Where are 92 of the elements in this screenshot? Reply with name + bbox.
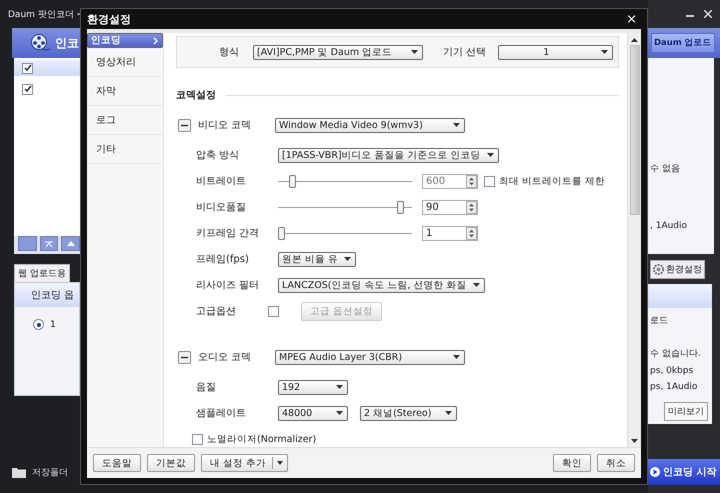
device-dropdown[interactable]: 1 [498, 44, 614, 60]
field-label: 음질 [196, 381, 217, 394]
caret-icon [472, 283, 480, 287]
sidebar-item[interactable]: 로그 [87, 106, 163, 135]
field-label: 비디오품질 [196, 201, 247, 214]
move-up-button[interactable] [61, 236, 80, 251]
spin-field[interactable]: 1 [422, 226, 478, 240]
preview-button[interactable]: 미리보기 [664, 402, 708, 421]
start-encoding-button[interactable]: 인코딩 시작 [648, 459, 720, 485]
save-folder-button[interactable]: 저장폴더 [32, 466, 68, 478]
caret-icon [601, 50, 608, 54]
collapse-button[interactable] [178, 118, 191, 132]
spinner-arrows-icon[interactable] [466, 200, 477, 214]
preset-tab[interactable]: 웹 업로드용 [14, 264, 70, 282]
app-title: Daum 팟인코더 [8, 8, 74, 20]
sidebar-item[interactable]: 기타 [87, 135, 163, 164]
checkbox[interactable] [268, 306, 279, 316]
close-icon[interactable] [704, 10, 712, 18]
spin-field[interactable]: 90 [422, 200, 478, 214]
caret-icon [453, 355, 460, 359]
detail-text: 수 없습니다. [650, 348, 702, 360]
options-header: 인코딩 옵 [15, 283, 79, 307]
move-top-icon [45, 240, 53, 246]
field-label: 오디오 코덱 [198, 351, 252, 364]
codec-dropdown[interactable]: MPEG Audio Layer 3(CBR) [275, 350, 465, 364]
dialog-title: 환경설정 [87, 12, 131, 26]
dropdown[interactable]: 2 채널(Stereo) [360, 406, 457, 420]
slider-thumb[interactable] [396, 200, 404, 214]
footer-button[interactable]: 취소 [597, 454, 635, 472]
scrollbar[interactable] [627, 33, 641, 447]
close-button[interactable]: × [626, 12, 641, 26]
radio-button[interactable] [33, 319, 44, 330]
dropdown[interactable]: 원본 비율 유 [278, 252, 356, 266]
file-info-text: , 1Audio [650, 221, 688, 231]
field-label: 형식 [219, 46, 239, 59]
caret-icon [486, 153, 494, 157]
checkbox[interactable] [22, 62, 33, 74]
sidebar-item[interactable]: 자막 [87, 77, 163, 106]
footer-button[interactable]: 도움말 [93, 454, 141, 472]
settings-button[interactable]: 환경설정 [650, 260, 705, 278]
move-top-button[interactable] [40, 236, 58, 251]
scroll-up-icon[interactable] [631, 38, 638, 42]
scroll-down-icon[interactable] [631, 439, 638, 443]
field-label: 비디오 코덱 [198, 119, 252, 132]
codec-dropdown[interactable]: Window Media Video 9(wmv3) [275, 118, 465, 132]
footer-button[interactable]: 기본값 [147, 454, 195, 472]
caret-icon [336, 385, 343, 389]
caret-icon [411, 50, 418, 54]
folder-icon [12, 466, 26, 478]
caret-icon [453, 123, 460, 127]
checkbox[interactable] [22, 84, 33, 94]
play-icon [650, 467, 660, 477]
slider-thumb[interactable] [278, 226, 285, 240]
dropdown[interactable]: 48000 [278, 406, 348, 420]
checkbox-label: 최대 비트레이트를 제한 [499, 174, 606, 188]
caret-icon [344, 257, 352, 261]
dropdown[interactable]: 192 [278, 380, 348, 394]
field-label: 프레임(fps) [196, 253, 250, 266]
chevron-icon [153, 36, 158, 44]
field-label: 키프레임 간격 [196, 227, 260, 240]
header-title: 인코 [55, 34, 79, 52]
field-label: 리사이즈 필터 [196, 279, 260, 292]
section-title: 코덱설정 [176, 89, 216, 102]
dropdown[interactable]: [1PASS-VBR]비디오 품질을 기준으로 인코딩 [278, 148, 499, 162]
sidebar-item[interactable]: 영상처리 [87, 48, 163, 77]
format-dropdown[interactable]: [AVI]PC,PMP 및 Daum 업로드 [253, 44, 423, 60]
detail-text: ps, 1Audio [650, 382, 698, 392]
sidebar-item[interactable]: 인코딩 [87, 33, 163, 48]
checkbox-label: 노멀라이저(Normalizer) [207, 432, 316, 446]
field-label: 샘플레이트 [196, 407, 247, 420]
daum-upload-button[interactable]: Daum 업로드 [651, 33, 715, 53]
add-preset-button[interactable]: 내 설정 추가 [201, 454, 288, 472]
spinner-arrows-icon[interactable] [466, 226, 477, 240]
checkbox[interactable] [192, 434, 203, 444]
footer-button[interactable]: 확인 [553, 454, 591, 472]
up-arrow-icon [66, 241, 75, 246]
film-reel-icon [30, 34, 50, 52]
caret-icon [445, 411, 452, 415]
option-label: 1 [50, 320, 56, 330]
caret-icon [277, 461, 284, 465]
field-label: 비트레이트 [196, 175, 247, 188]
file-info-text: 수 없음 [650, 163, 681, 175]
panel-header [648, 284, 712, 308]
detail-text: 로드 [650, 315, 669, 327]
caret-icon [336, 411, 343, 415]
field-label: 압축 방식 [196, 149, 240, 162]
field-label: 고급옵션 [196, 305, 237, 318]
dropdown[interactable]: LANCZOS(인코딩 속도 느림, 선명한 화질 [278, 278, 485, 292]
detail-text: ps, 0kbps [650, 366, 694, 376]
settings-icon [653, 264, 664, 274]
field-label: 기기 선택 [443, 46, 486, 59]
collapse-button[interactable] [178, 350, 191, 364]
